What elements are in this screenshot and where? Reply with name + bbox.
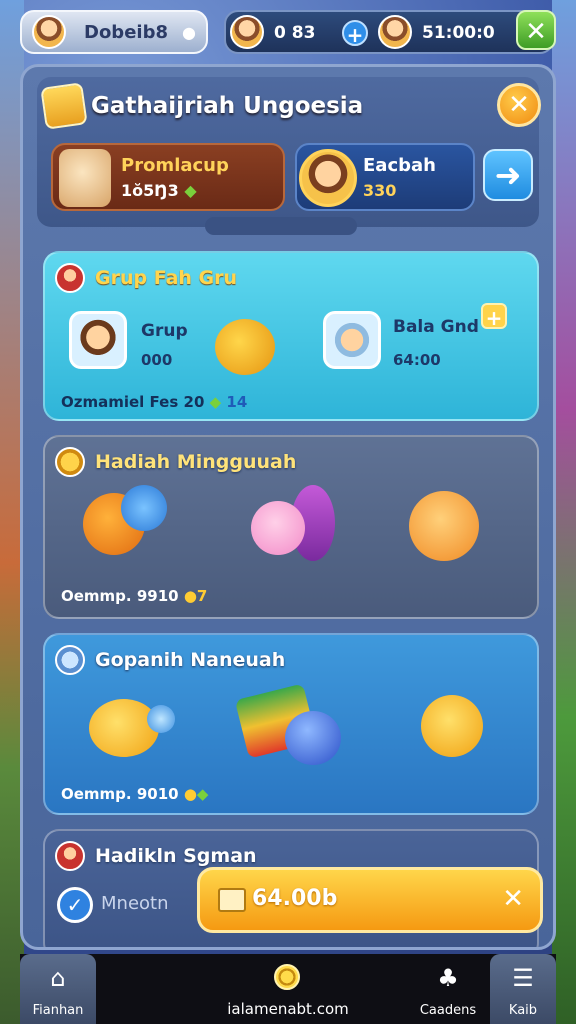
top-bar: Dobeib8 ● 0 83 + 51:00:0 ✕ <box>20 10 556 56</box>
reward-yellow-bird[interactable] <box>85 681 177 773</box>
close-green-button[interactable]: ✕ <box>516 10 556 50</box>
coin-icon[interactable] <box>274 964 300 990</box>
fourth-card: Hadikln Sgman ✓ Mneotn 64.00b ✕ <box>43 829 543 947</box>
member-2-label: Bala Gnd <box>393 317 479 337</box>
meeting-label: Mneotn <box>101 893 169 914</box>
check-icon[interactable]: ✓ <box>57 887 93 923</box>
bottom-nav: ⌂ Fianhan ialamenabt.com ♣ Caadens ☰ Kai… <box>20 954 556 1024</box>
nav-settings-label: Kaib <box>508 1003 538 1018</box>
gem-icon <box>55 447 85 477</box>
nav-gardens[interactable]: ♣ Caadens <box>410 954 486 1024</box>
ghost-icon <box>55 645 85 675</box>
camera-icon[interactable]: ● <box>182 23 196 42</box>
weekly-card-title: Hadiah Mingguuah <box>95 451 297 473</box>
user-avatar-icon <box>55 841 85 871</box>
reward-sun-creature[interactable] <box>397 481 489 573</box>
badge-icon <box>40 82 88 130</box>
main-panel: Gathaijriah Ungoesia ✕ Promlacup 1ŏ5Ŋ3 ◆… <box>20 64 556 950</box>
panel-header: Gathaijriah Ungoesia ✕ Promlacup 1ŏ5Ŋ3 ◆… <box>37 77 541 227</box>
member-1-label: Grup <box>141 321 188 341</box>
member-2-value: 64:00 <box>393 351 441 369</box>
friend-avatar <box>299 149 357 207</box>
member-1-avatar[interactable] <box>69 311 127 369</box>
weekly-footer: Oemmp. 9910 ●7 <box>61 587 208 605</box>
player-pill[interactable]: Dobeib8 ● <box>20 10 208 54</box>
menu-icon: ☰ <box>512 964 534 992</box>
resource-1-value: 0 83 <box>274 23 316 43</box>
group-card-title: Grup Fah Gru <box>95 267 238 289</box>
friend-avatar-icon <box>230 15 264 49</box>
cat-mascot-icon <box>59 149 111 207</box>
group-footer: Ozmamiel Fes 20 ◆ 14 <box>61 393 248 411</box>
friend-title: Eacbah <box>363 155 436 176</box>
member-1-value: 000 <box>141 351 173 369</box>
promo-title: Promlacup <box>121 155 229 176</box>
leaf-icon: ◆ <box>184 181 197 200</box>
scroll-indicator[interactable] <box>205 217 357 235</box>
plus-button[interactable]: + <box>342 20 368 47</box>
reward-yellow-cat[interactable] <box>405 681 497 773</box>
resource-pill: 0 83 + 51:00:0 <box>224 10 554 54</box>
player-name: Dobeib8 <box>84 22 168 43</box>
nav-gardens-label: Caadens <box>419 1003 477 1018</box>
member-2-avatar[interactable] <box>323 311 381 369</box>
claim-button-label: 64.00b <box>252 886 338 911</box>
gardens-icon: ♣ <box>437 964 459 992</box>
reward-orange-creature[interactable] <box>83 481 175 573</box>
friend-box[interactable]: Eacbah 330 <box>295 143 475 211</box>
promo-box[interactable]: Promlacup 1ŏ5Ŋ3 ◆ <box>51 143 285 211</box>
group-card[interactable]: Grup Fah Gru Grup 000 Bala Gnd 64:00 + O… <box>43 251 539 421</box>
timer-value: 51:00:0 <box>422 23 495 43</box>
reward-blue-blob[interactable] <box>234 681 341 773</box>
add-member-button[interactable]: + <box>481 303 507 330</box>
third-card-title: Gopanih Naneuah <box>95 649 286 671</box>
home-icon: ⌂ <box>50 964 66 992</box>
group-icon <box>55 263 85 293</box>
third-footer: Oemmp. 9010 ●◆ <box>61 785 209 803</box>
close-icon[interactable]: ✕ <box>497 83 541 127</box>
timer-avatar-icon <box>378 15 412 49</box>
bear-mascot-icon <box>215 319 275 375</box>
third-reward-card[interactable]: Gopanih Naneuah Oemmp. 9010 ●◆ <box>43 633 539 815</box>
arrow-right-button[interactable]: ➜ <box>483 149 533 201</box>
close-icon[interactable]: ✕ <box>502 884 524 914</box>
reward-pink-creature[interactable] <box>241 481 335 573</box>
friend-value: 330 <box>363 181 397 200</box>
envelope-icon <box>218 888 246 912</box>
promo-value: 1ŏ5Ŋ3 ◆ <box>121 181 197 200</box>
player-avatar[interactable] <box>32 15 66 49</box>
fourth-card-title: Hadikln Sgman <box>95 845 257 867</box>
weekly-reward-card[interactable]: Hadiah Mingguuah Oemmp. 9910 ●7 <box>43 435 539 619</box>
nav-settings[interactable]: ☰ Kaib <box>490 954 556 1024</box>
panel-title: Gathaijriah Ungoesia <box>91 93 364 119</box>
claim-button[interactable]: 64.00b ✕ <box>197 867 543 933</box>
